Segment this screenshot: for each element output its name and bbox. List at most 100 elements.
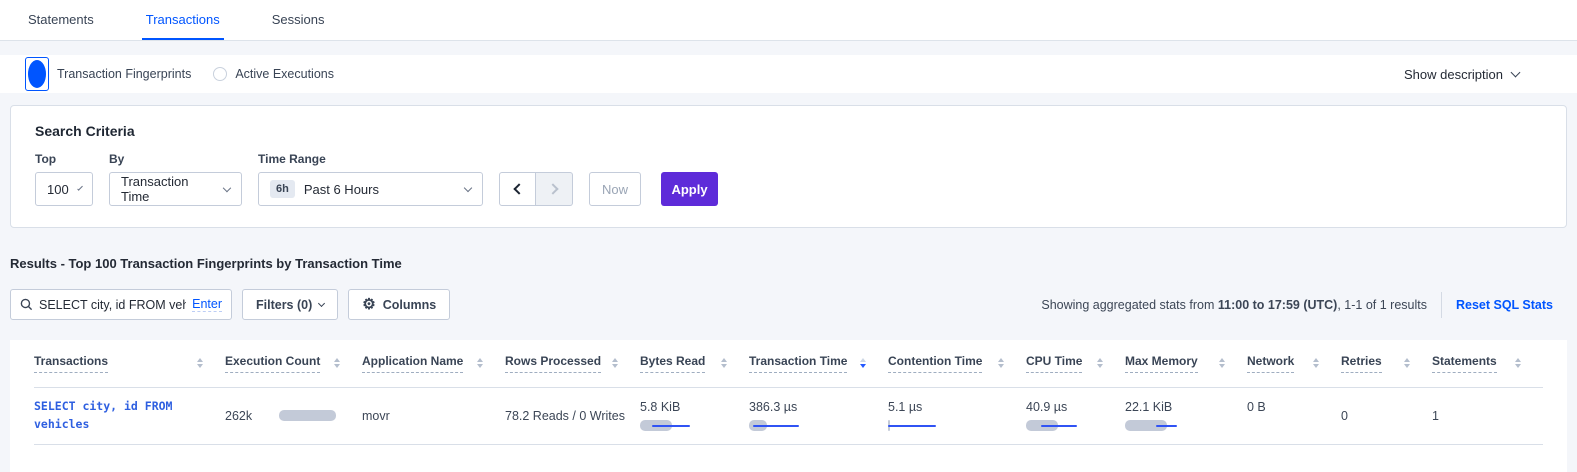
cell-cpu-time: 40.9 µs — [1026, 387, 1125, 444]
time-range-value-wrap: 6h Past 6 Hours — [270, 180, 379, 198]
stats-time-range: 11:00 to 17:59 (UTC) — [1218, 298, 1337, 312]
radio-unselected-icon[interactable] — [213, 67, 227, 81]
cell-application-name: movr — [362, 387, 505, 444]
columns-button-label: Columns — [383, 298, 436, 312]
search-enter-link[interactable]: Enter — [192, 297, 222, 312]
sort-icon[interactable] — [1313, 358, 1319, 368]
sort-icon[interactable] — [197, 358, 203, 368]
top-select-value: 100 — [47, 182, 69, 197]
by-select-value: Transaction Time — [121, 174, 214, 204]
chevron-down-icon — [464, 183, 472, 191]
retries-value: 0 — [1341, 409, 1348, 423]
search-criteria-card: Search Criteria Top 100 By Transaction T… — [10, 105, 1567, 228]
cell-network: 0 B — [1247, 387, 1341, 444]
results-table-card: Transactions Execution Count Application… — [10, 340, 1567, 472]
chevron-down-icon — [318, 300, 325, 307]
cell-statements: 1 — [1432, 387, 1543, 444]
sort-icon[interactable] — [1404, 358, 1410, 368]
view-toggle-row: Transaction Fingerprints Active Executio… — [0, 55, 1577, 93]
now-button[interactable]: Now — [589, 172, 641, 206]
time-range-field: Time Range 6h Past 6 Hours — [258, 152, 483, 206]
radio-active-executions[interactable]: Active Executions — [213, 67, 334, 81]
table-header-row: Transactions Execution Count Application… — [34, 340, 1543, 387]
cpu-time-value: 40.9 µs — [1026, 400, 1115, 414]
radio-transaction-fingerprints[interactable]: Transaction Fingerprints — [25, 57, 191, 91]
column-header-retries: Retries — [1341, 340, 1432, 387]
show-description-toggle[interactable]: Show description — [1404, 67, 1519, 82]
execution-count-value: 262k — [225, 409, 252, 423]
chevron-left-icon — [513, 183, 524, 194]
top-select[interactable]: 100 — [35, 172, 93, 206]
results-title: Results - Top 100 Transaction Fingerprin… — [10, 256, 1567, 271]
column-header-network: Network — [1247, 340, 1341, 387]
stats-area: Showing aggregated stats from 11:00 to 1… — [1041, 292, 1563, 318]
column-header-contention-time: Contention Time — [888, 340, 1026, 387]
cell-transaction-time: 386.3 µs — [749, 387, 888, 444]
top-field: Top 100 — [35, 152, 93, 206]
max-memory-value: 22.1 KiB — [1125, 400, 1237, 414]
time-range-badge: 6h — [270, 180, 295, 198]
cell-contention-time: 5.1 µs — [888, 387, 1026, 444]
time-next-button[interactable] — [536, 172, 573, 206]
search-criteria-controls: Top 100 By Transaction Time Time Range 6… — [35, 152, 1542, 206]
sort-icon[interactable] — [1515, 358, 1521, 368]
column-header-cpu-time: CPU Time — [1026, 340, 1125, 387]
filters-button[interactable]: Filters (0) — [242, 289, 338, 320]
column-header-max-memory: Max Memory — [1125, 340, 1247, 387]
search-icon — [20, 298, 33, 311]
chevron-right-icon — [547, 183, 558, 194]
transaction-time-bar — [749, 420, 811, 431]
cpu-time-bar — [1026, 420, 1088, 431]
sort-icon[interactable] — [1097, 358, 1103, 368]
contention-time-bar — [888, 420, 950, 431]
search-input[interactable] — [39, 298, 186, 312]
bytes-read-bar — [640, 420, 702, 431]
tab-statements[interactable]: Statements — [24, 0, 98, 40]
radio-active-executions-label: Active Executions — [235, 67, 334, 81]
time-prev-button[interactable] — [499, 172, 536, 206]
columns-button[interactable]: ⚙ Columns — [348, 289, 450, 320]
cell-rows-processed: 78.2 Reads / 0 Writes — [505, 387, 640, 444]
tab-transactions[interactable]: Transactions — [142, 0, 224, 40]
radio-transaction-fingerprints-label: Transaction Fingerprints — [57, 67, 191, 81]
tab-sessions[interactable]: Sessions — [268, 0, 329, 40]
by-select[interactable]: Transaction Time — [109, 172, 242, 206]
reset-sql-stats-link[interactable]: Reset SQL Stats — [1456, 298, 1553, 312]
column-header-application-name: Application Name — [362, 340, 505, 387]
sort-icon[interactable] — [612, 358, 618, 368]
sort-icon[interactable] — [998, 358, 1004, 368]
transaction-fingerprint-link[interactable]: SELECT city, id FROM vehicles — [34, 398, 192, 434]
network-bar-empty — [1247, 420, 1309, 431]
cell-execution-count: 262k — [225, 387, 362, 444]
execution-count-bar — [279, 410, 336, 421]
page-tabbar: Statements Transactions Sessions — [0, 0, 1577, 41]
sort-icon-descending[interactable] — [860, 358, 866, 368]
results-controls-row: Enter Filters (0) ⚙ Columns Showing aggr… — [10, 289, 1567, 320]
cell-transaction: SELECT city, id FROM vehicles — [34, 387, 225, 444]
sort-icon[interactable] — [721, 358, 727, 368]
table-row: SELECT city, id FROM vehicles 262k movr … — [34, 387, 1543, 444]
sort-icon[interactable] — [477, 358, 483, 368]
sort-icon[interactable] — [1219, 358, 1225, 368]
search-box[interactable]: Enter — [10, 289, 232, 320]
column-header-bytes-read: Bytes Read — [640, 340, 749, 387]
bytes-read-value: 5.8 KiB — [640, 400, 739, 414]
radio-selected-icon[interactable] — [25, 57, 49, 91]
top-label: Top — [35, 152, 93, 166]
by-label: By — [109, 152, 242, 166]
column-header-statements: Statements — [1432, 340, 1543, 387]
cell-retries: 0 — [1341, 387, 1432, 444]
column-header-execution-count: Execution Count — [225, 340, 362, 387]
max-memory-bar — [1125, 420, 1187, 431]
time-range-select[interactable]: 6h Past 6 Hours — [258, 172, 483, 206]
cell-max-memory: 22.1 KiB — [1125, 387, 1247, 444]
vertical-divider — [1441, 292, 1442, 318]
network-value: 0 B — [1247, 400, 1331, 414]
rows-processed-value: 78.2 Reads / 0 Writes — [505, 409, 625, 423]
apply-button[interactable]: Apply — [661, 172, 718, 206]
sort-icon[interactable] — [334, 358, 340, 368]
filters-button-label: Filters (0) — [256, 298, 312, 312]
statements-value: 1 — [1432, 409, 1439, 423]
column-header-transaction-time: Transaction Time — [749, 340, 888, 387]
time-range-label: Time Range — [258, 152, 483, 166]
